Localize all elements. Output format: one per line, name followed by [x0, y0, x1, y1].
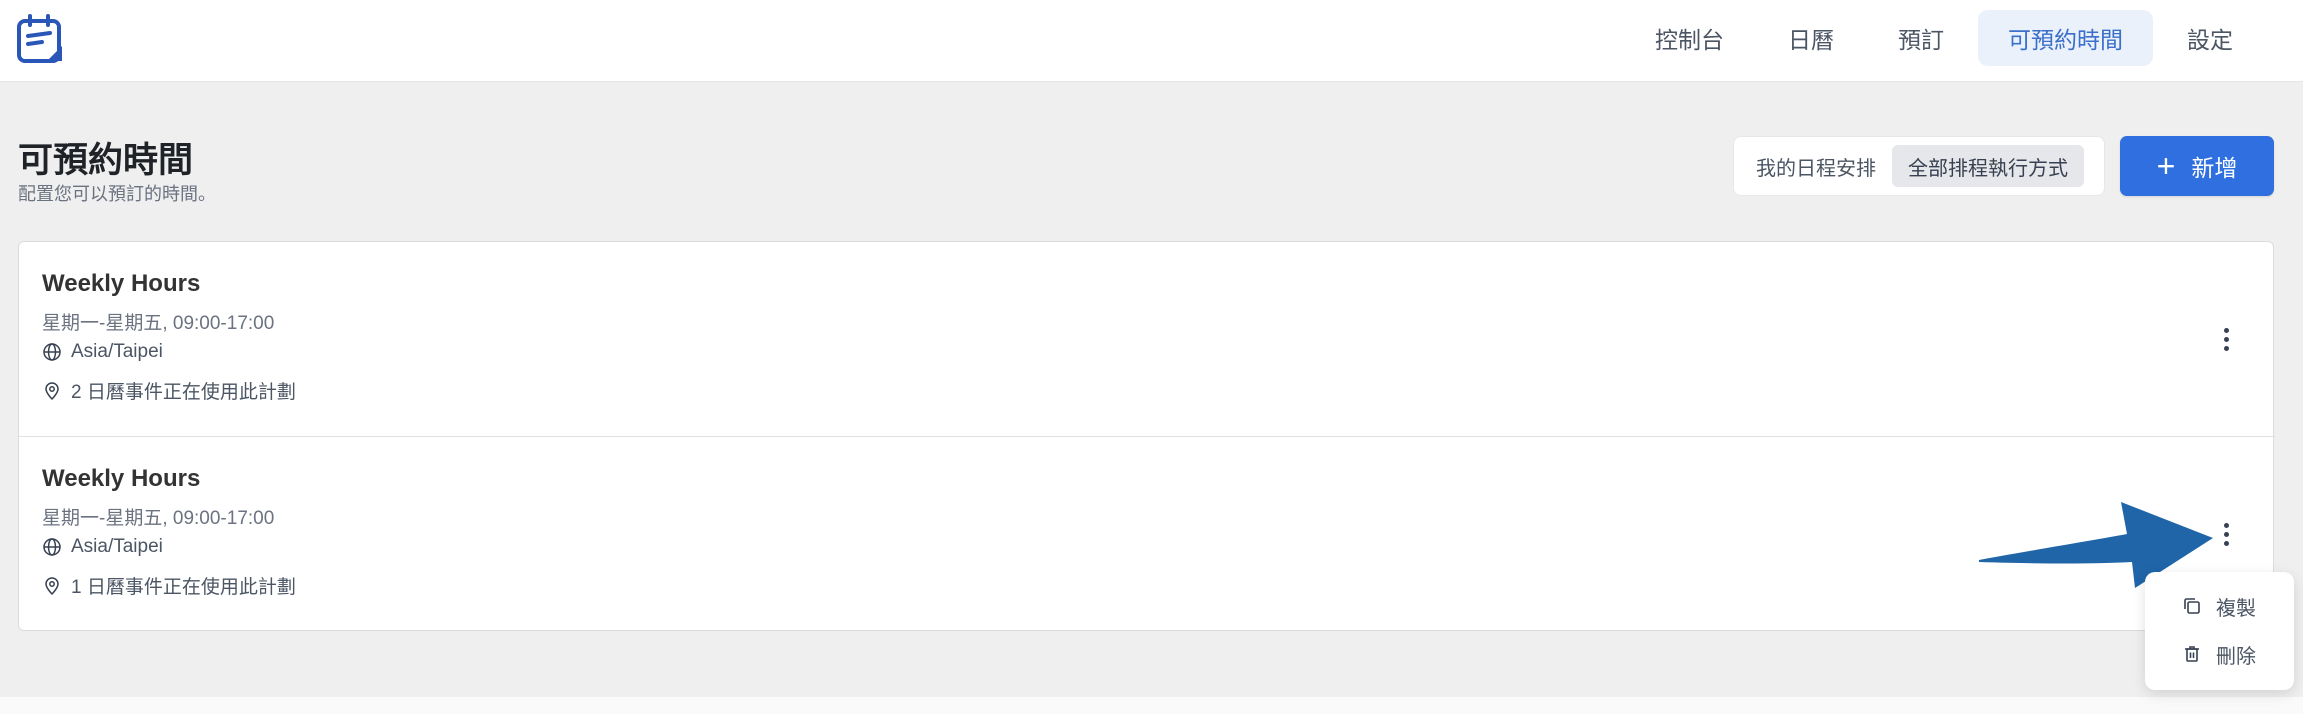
schedule-view-toggle: 我的日程安排 全部排程執行方式 [1733, 136, 2105, 196]
plus-icon: + [2156, 148, 2176, 184]
schedule-timezone-row: Asia/Taipei [42, 536, 163, 558]
schedule-list: Weekly Hours 星期一-星期五, 09:00-17:00 Asia/T… [18, 241, 2275, 631]
page-subtitle: 配置您可以預訂的時間。 [18, 184, 216, 204]
main-content: 可預約時間 配置您可以預訂的時間。 我的日程安排 全部排程執行方式 + 新增 W… [0, 82, 2303, 697]
page-title: 可預約時間 [18, 141, 194, 180]
trash-icon [2185, 646, 2199, 662]
nav-bookings[interactable]: 預訂 [1868, 10, 1974, 66]
delete-menu-item[interactable]: 刪除 [2145, 630, 2294, 678]
schedule-usage-row: 2 日曆事件正在使用此計劃 [42, 377, 296, 404]
all-schedules-tab[interactable]: 全部排程執行方式 [1892, 145, 2084, 187]
schedule-days: 星期一-星期五, 09:00-17:00 [42, 508, 275, 529]
nav-availability[interactable]: 可預約時間 [1978, 10, 2153, 66]
map-pin-icon [45, 381, 59, 400]
nav-calendar[interactable]: 日曆 [1758, 10, 1864, 66]
my-schedules-tab[interactable]: 我的日程安排 [1740, 145, 1892, 187]
schedule-timezone-row: Asia/Taipei [42, 341, 163, 363]
schedule-title: Weekly Hours [42, 270, 201, 297]
main-nav: 控制台 日曆 預訂 可預約時間 設定 [1625, 10, 2263, 66]
add-button-label: 新增 [2191, 155, 2238, 181]
schedule-actions-menu: 複製 刪除 [2145, 572, 2294, 690]
globe-icon [43, 538, 61, 556]
map-pin-icon [45, 576, 59, 595]
copy-icon [2184, 598, 2200, 614]
kebab-menu-icon[interactable] [2209, 512, 2243, 556]
schedule-usage: 1 日曆事件正在使用此計劃 [71, 577, 296, 598]
add-schedule-button[interactable]: + 新增 [2120, 136, 2274, 196]
schedule-card[interactable]: Weekly Hours 星期一-星期五, 09:00-17:00 Asia/T… [19, 242, 2275, 436]
kebab-menu-icon[interactable] [2209, 317, 2243, 361]
schedule-timezone: Asia/Taipei [71, 536, 163, 557]
globe-icon [43, 343, 61, 361]
top-navigation-bar: 控制台 日曆 預訂 可預約時間 設定 [0, 0, 2303, 82]
schedule-usage-row: 1 日曆事件正在使用此計劃 [42, 572, 296, 599]
schedule-card[interactable]: Weekly Hours 星期一-星期五, 09:00-17:00 Asia/T… [19, 436, 2275, 630]
nav-dashboard[interactable]: 控制台 [1625, 10, 1754, 66]
delete-label: 刪除 [2216, 645, 2256, 668]
schedule-title: Weekly Hours [42, 465, 201, 492]
schedule-days: 星期一-星期五, 09:00-17:00 [42, 313, 275, 334]
schedule-timezone: Asia/Taipei [71, 341, 163, 362]
schedule-usage: 2 日曆事件正在使用此計劃 [71, 382, 296, 403]
duplicate-label: 複製 [2216, 597, 2256, 620]
duplicate-menu-item[interactable]: 複製 [2145, 582, 2294, 630]
app-logo-icon[interactable] [16, 14, 66, 64]
nav-settings[interactable]: 設定 [2157, 10, 2263, 66]
